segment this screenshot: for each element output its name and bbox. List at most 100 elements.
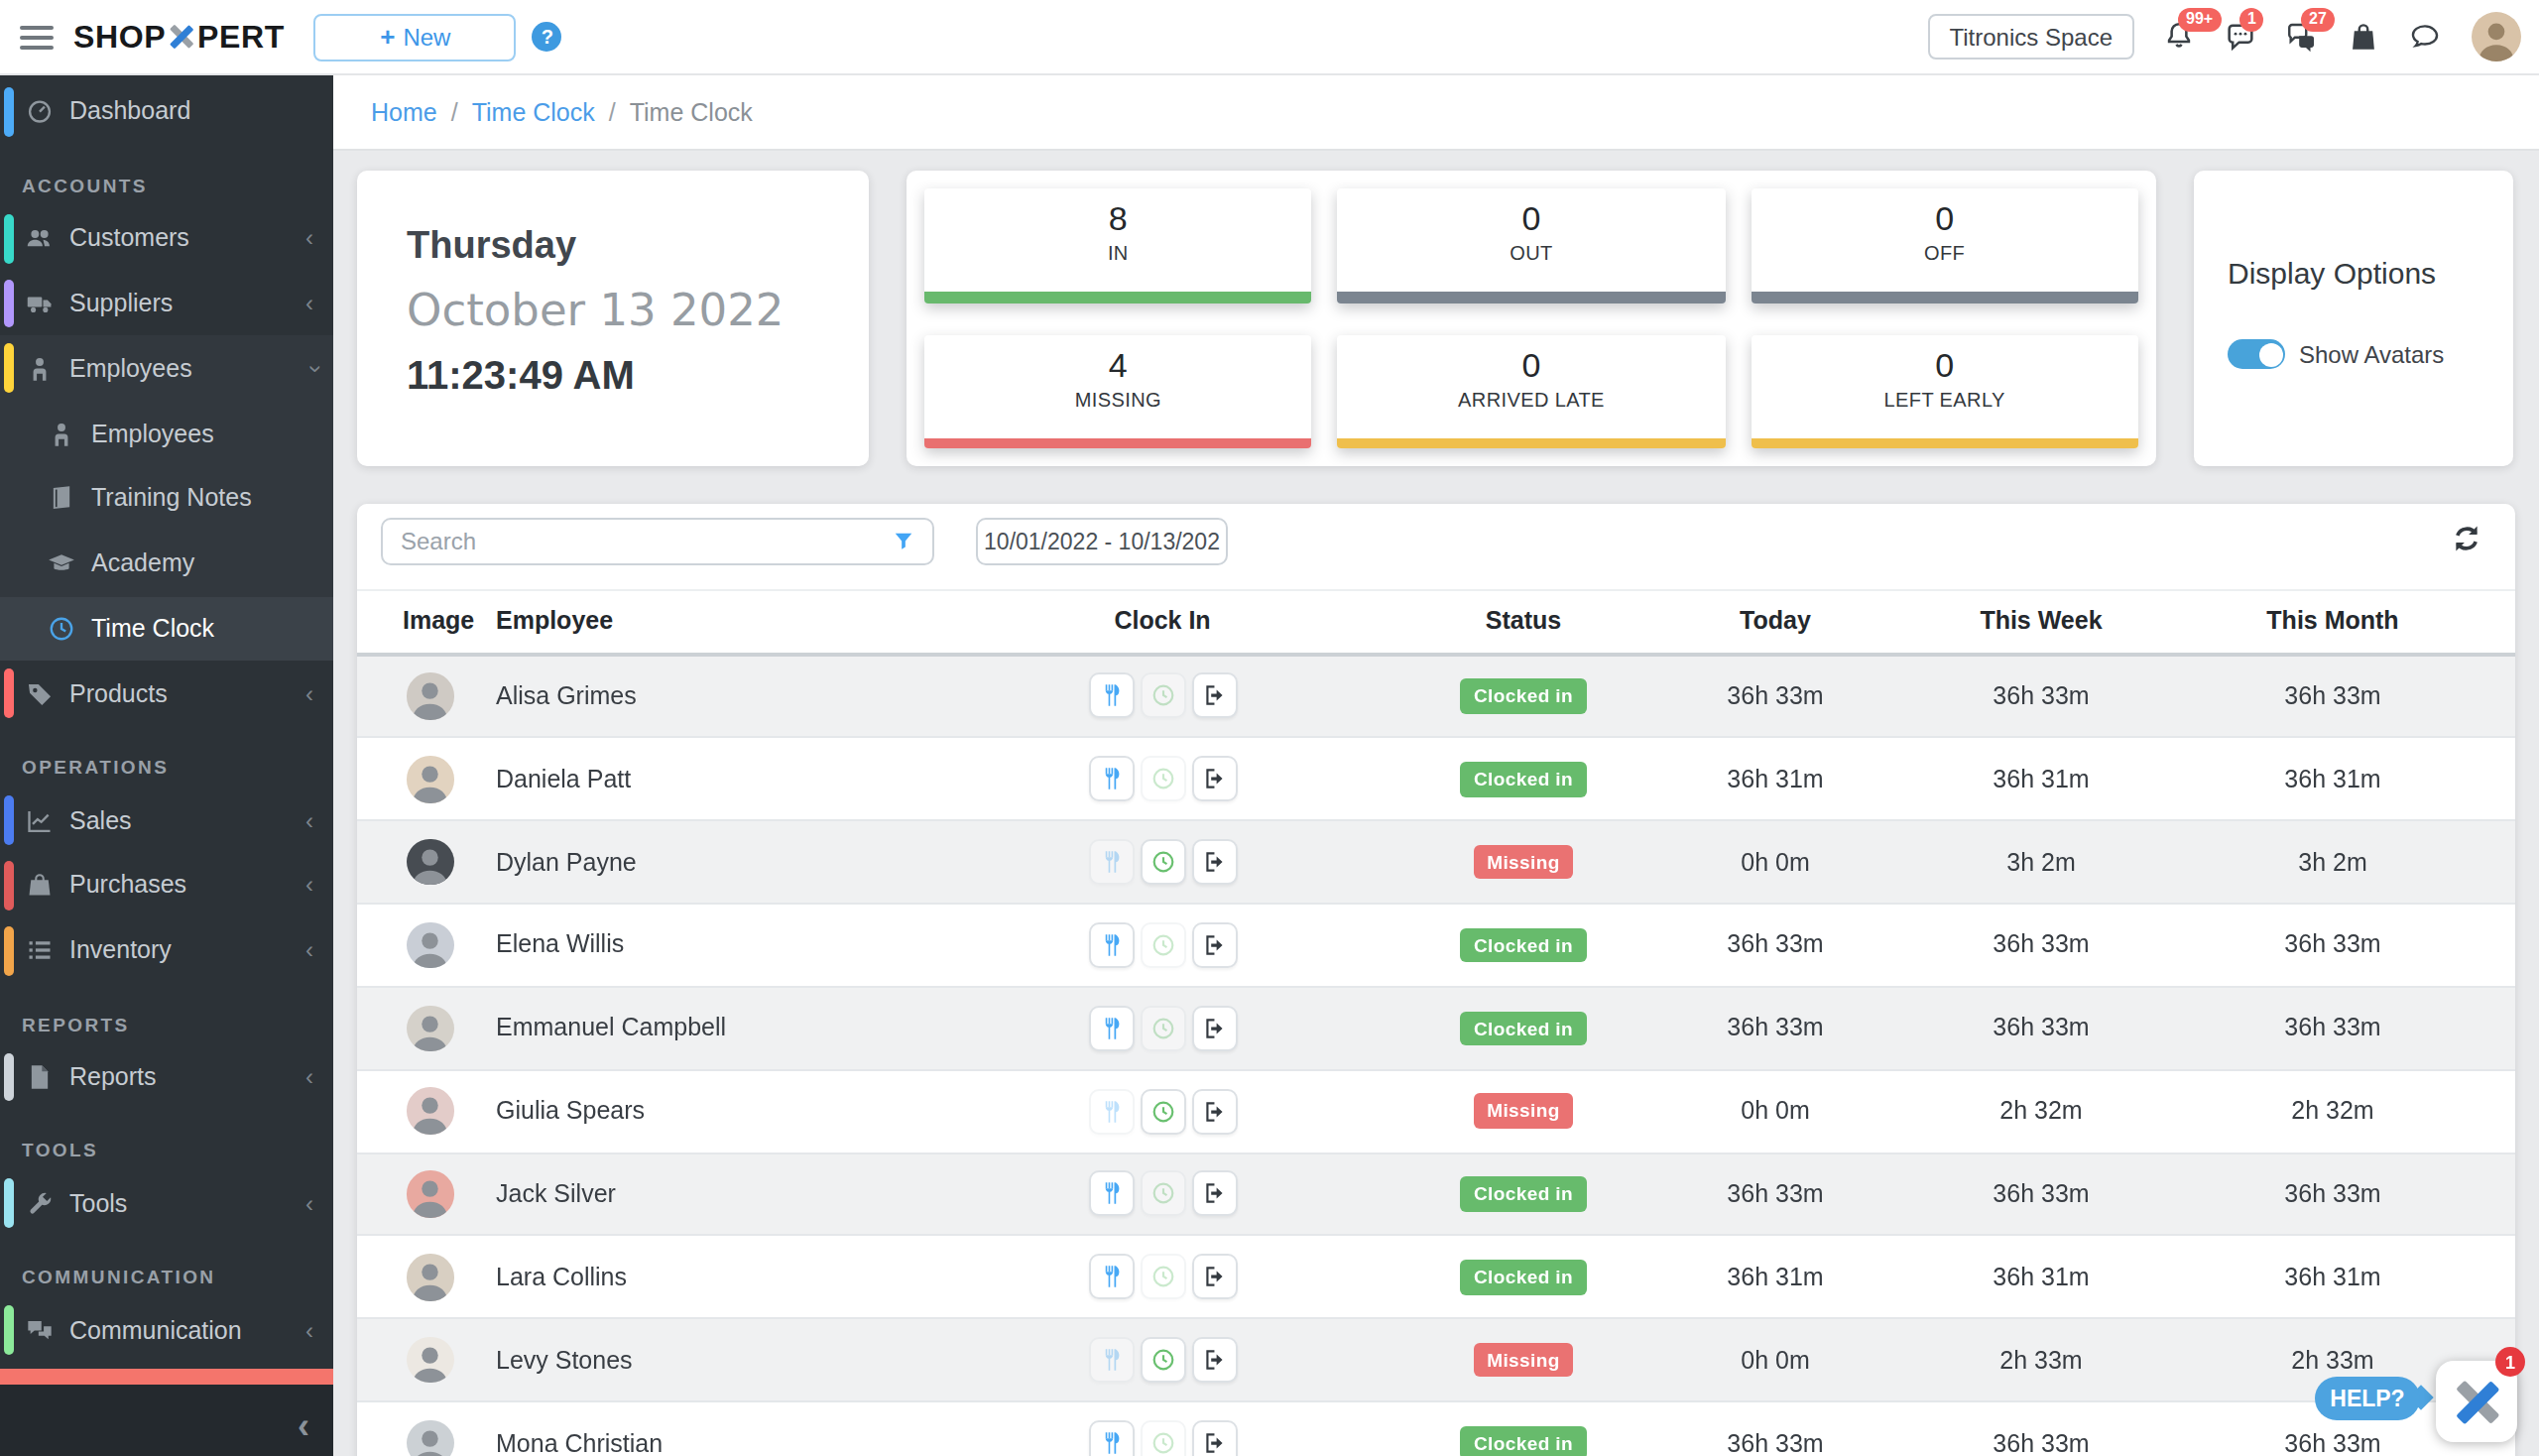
- breadcrumb-home[interactable]: Home: [371, 98, 437, 126]
- breadcrumb-timeclock[interactable]: Time Clock: [472, 98, 595, 126]
- shopping-bag-icon[interactable]: [2347, 20, 2380, 54]
- lunch-button[interactable]: [1088, 1420, 1134, 1456]
- table-row[interactable]: Elena Willis Clocked in 36h 33m 36h 33m …: [357, 905, 2515, 988]
- lunch-button[interactable]: [1088, 673, 1134, 719]
- header-status[interactable]: Status: [1373, 607, 1674, 635]
- sidebar-item-purchases[interactable]: Purchases ‹: [0, 853, 333, 918]
- sidebar-item-employees[interactable]: Employees ‹: [0, 336, 333, 402]
- sidebar-item-customers[interactable]: Customers ‹: [0, 206, 333, 272]
- sidebar-item-dashboard[interactable]: Dashboard: [0, 79, 333, 145]
- sidebar-item-label: Suppliers: [69, 290, 173, 317]
- lunch-button[interactable]: [1088, 757, 1134, 802]
- lunch-button[interactable]: [1088, 922, 1134, 968]
- messages-icon[interactable]: 1: [2224, 20, 2257, 54]
- stat-value: 8: [1109, 200, 1128, 240]
- table-row[interactable]: Levy Stones Missing 0h 0m 2h 33m 2h 33m: [357, 1320, 2515, 1403]
- employee-avatar[interactable]: [407, 1420, 453, 1456]
- sidebar-item-academy[interactable]: Academy: [0, 532, 333, 597]
- chats-icon[interactable]: 27: [2285, 20, 2319, 54]
- user-avatar[interactable]: [2472, 12, 2521, 61]
- hamburger-menu-icon[interactable]: [20, 25, 54, 49]
- table-row[interactable]: Emmanuel Campbell Clocked in 36h 33m 36h…: [357, 988, 2515, 1071]
- clock-out-button[interactable]: [1191, 757, 1237, 802]
- header-employee[interactable]: Employee: [480, 607, 952, 635]
- clock-in-button[interactable]: [1140, 1006, 1185, 1051]
- tag-icon: [26, 680, 54, 708]
- header-this-month[interactable]: This Month: [2206, 607, 2460, 635]
- employee-avatar[interactable]: [407, 756, 453, 802]
- refresh-icon[interactable]: [2450, 522, 2483, 555]
- status-cell: Clocked in: [1373, 678, 1674, 713]
- sidebar-item-employees[interactable]: Employees: [0, 401, 333, 466]
- header-clock-in[interactable]: Clock In: [952, 607, 1373, 635]
- clock-out-button[interactable]: [1191, 1255, 1237, 1300]
- app-logo[interactable]: SHOP PERT: [73, 19, 285, 55]
- clock-out-button[interactable]: [1191, 839, 1237, 885]
- clock-out-button[interactable]: [1191, 1088, 1237, 1134]
- clock-in-button[interactable]: [1140, 1420, 1185, 1456]
- search-input[interactable]: Search: [381, 517, 934, 564]
- clock-in-button[interactable]: [1140, 1337, 1185, 1383]
- table-row[interactable]: Daniela Patt Clocked in 36h 31m 36h 31m …: [357, 739, 2515, 822]
- employee-avatar[interactable]: [407, 1088, 453, 1135]
- filter-funnel-icon[interactable]: [893, 530, 914, 551]
- lunch-button[interactable]: [1088, 1088, 1134, 1134]
- sidebar-collapse-icon[interactable]: ‹: [298, 1408, 309, 1444]
- clock-out-button[interactable]: [1191, 1420, 1237, 1456]
- header-image[interactable]: Image: [357, 607, 480, 635]
- date-range-input[interactable]: 10/01/2022 - 10/13/202: [976, 517, 1228, 564]
- lunch-button[interactable]: [1088, 1255, 1134, 1300]
- clock-out-button[interactable]: [1191, 1337, 1237, 1383]
- sidebar-item-time-clock[interactable]: Time Clock: [0, 596, 333, 662]
- clock-in-button[interactable]: [1140, 1171, 1185, 1217]
- clock-in-button[interactable]: [1140, 673, 1185, 719]
- lunch-button[interactable]: [1088, 1171, 1134, 1217]
- employee-avatar[interactable]: [407, 921, 453, 968]
- stat-value: 0: [1935, 346, 1954, 386]
- lunch-button[interactable]: [1088, 1337, 1134, 1383]
- clock-in-button[interactable]: [1140, 1088, 1185, 1134]
- employee-avatar[interactable]: [407, 1254, 453, 1300]
- clock-in-button[interactable]: [1140, 922, 1185, 968]
- sidebar-item-training-notes[interactable]: Training Notes: [0, 466, 333, 532]
- sidebar-item-suppliers[interactable]: Suppliers ‹: [0, 271, 333, 336]
- new-button[interactable]: +New: [314, 13, 517, 61]
- clock-out-button[interactable]: [1191, 922, 1237, 968]
- lunch-button[interactable]: [1088, 839, 1134, 885]
- top-cards-row: Thursday October 13 2022 11:23:49 AM 8 I…: [357, 171, 2515, 466]
- sidebar-item-inventory[interactable]: Inventory ‹: [0, 918, 333, 984]
- table-row[interactable]: Mona Christian Clocked in 36h 33m 36h 33…: [357, 1402, 2515, 1456]
- table-row[interactable]: Giulia Spears Missing 0h 0m 2h 32m 2h 32…: [357, 1070, 2515, 1153]
- sidebar-item-sales[interactable]: Sales ‹: [0, 788, 333, 853]
- month-hours: 36h 33m: [2206, 1015, 2460, 1042]
- header-this-week[interactable]: This Week: [1876, 607, 2206, 635]
- clock-out-button[interactable]: [1191, 1171, 1237, 1217]
- header-today[interactable]: Today: [1674, 607, 1876, 635]
- clock-in-button[interactable]: [1140, 757, 1185, 802]
- employee-avatar[interactable]: [407, 1170, 453, 1217]
- sidebar-item-tools[interactable]: Tools ‹: [0, 1171, 333, 1237]
- table-row[interactable]: Lara Collins Clocked in 36h 31m 36h 31m …: [357, 1237, 2515, 1320]
- table-row[interactable]: Dylan Payne Missing 0h 0m 3h 2m 3h 2m: [357, 821, 2515, 905]
- sidebar-item-reports[interactable]: Reports ‹: [0, 1044, 333, 1110]
- employee-avatar[interactable]: [407, 839, 453, 886]
- workspace-button[interactable]: Titronics Space: [1927, 14, 2134, 60]
- clock-out-button[interactable]: [1191, 673, 1237, 719]
- sidebar-item-products[interactable]: Products ‹: [0, 662, 333, 727]
- sidebar-item-communication[interactable]: Communication ‹: [0, 1297, 333, 1363]
- lunch-button[interactable]: [1088, 1006, 1134, 1051]
- table-row[interactable]: Alisa Grimes Clocked in 36h 33m 36h 33m …: [357, 656, 2515, 739]
- notifications-bell-icon[interactable]: 99+: [2162, 20, 2196, 54]
- help-button[interactable]: HELP?: [2315, 1377, 2420, 1420]
- help-notification-badge: 1: [2495, 1347, 2525, 1377]
- clock-out-button[interactable]: [1191, 1006, 1237, 1051]
- employee-avatar[interactable]: [407, 1337, 453, 1384]
- help-icon[interactable]: ?: [533, 22, 562, 52]
- employee-avatar[interactable]: [407, 1005, 453, 1051]
- clock-in-button[interactable]: [1140, 1255, 1185, 1300]
- clock-in-button[interactable]: [1140, 839, 1185, 885]
- show-avatars-toggle[interactable]: [2228, 339, 2285, 369]
- employee-avatar[interactable]: [407, 672, 453, 719]
- feedback-bubble-icon[interactable]: [2408, 20, 2442, 54]
- table-row[interactable]: Jack Silver Clocked in 36h 33m 36h 33m 3…: [357, 1153, 2515, 1237]
